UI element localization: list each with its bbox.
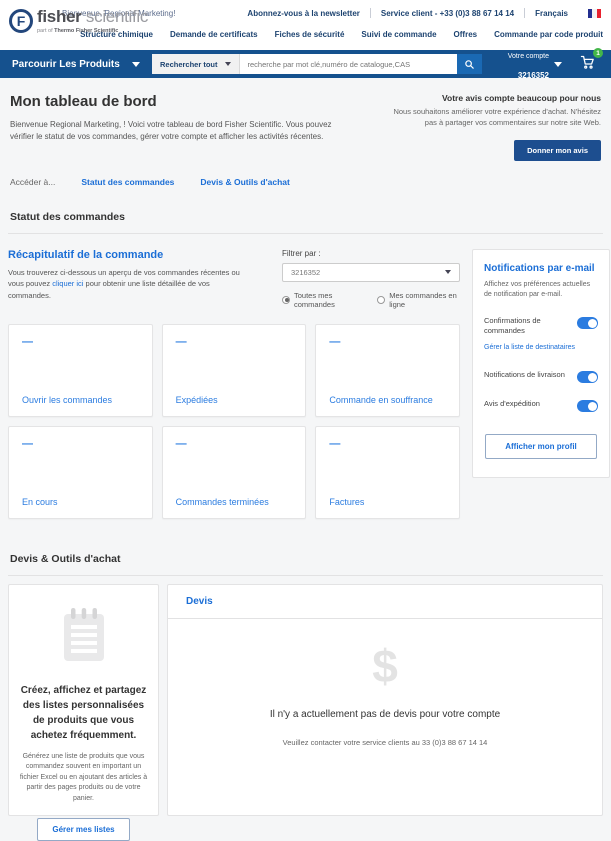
page-title: Mon tableau de bord bbox=[10, 93, 340, 110]
search-input[interactable] bbox=[240, 54, 457, 74]
chevron-down-icon bbox=[445, 270, 451, 274]
chevron-down-icon bbox=[225, 62, 231, 66]
brand-tagline: part of Thermo Fisher Scientific bbox=[37, 28, 148, 34]
site-header: F fisher scientific part of Thermo Fishe… bbox=[0, 0, 611, 50]
card-backorder[interactable]: — Commande en souffrance bbox=[315, 324, 460, 417]
quotes-section: Devis & Outils d'achat Créez, affichez e… bbox=[8, 543, 603, 816]
service-client-link[interactable]: Service client - +33 (0)3 88 67 14 14 bbox=[381, 9, 514, 18]
radio-icon bbox=[377, 296, 385, 304]
view-profile-button[interactable]: Afficher mon profil bbox=[485, 434, 597, 459]
toggle-shipping-notices[interactable] bbox=[577, 400, 598, 412]
notifications-subtitle: Affichez vos préférences actuelles de no… bbox=[484, 280, 598, 300]
card-value: — bbox=[329, 336, 446, 348]
nav-offres[interactable]: Offres bbox=[454, 30, 478, 39]
nav-fiches-securite[interactable]: Fiches de sécurité bbox=[275, 30, 345, 39]
cart-count-badge: 1 bbox=[593, 48, 603, 58]
card-label[interactable]: Factures bbox=[329, 497, 446, 507]
card-label[interactable]: En cours bbox=[22, 497, 139, 507]
account-menu[interactable]: Votre compte 3216352 bbox=[508, 44, 562, 84]
chevron-down-icon bbox=[554, 62, 562, 67]
card-value: — bbox=[22, 336, 139, 348]
radio-online-orders[interactable]: Mes commandes en ligne bbox=[377, 291, 460, 309]
language-selector[interactable]: Français bbox=[535, 9, 601, 18]
divider bbox=[370, 8, 371, 18]
newsletter-link[interactable]: Abonnez-vous à la newsletter bbox=[247, 9, 359, 18]
card-invoices[interactable]: — Factures bbox=[315, 426, 460, 519]
notification-delivery: Notifications de livraison bbox=[484, 370, 598, 383]
orders-section-title: Statut des commandes bbox=[8, 201, 603, 234]
search-button[interactable] bbox=[457, 54, 482, 74]
quicklinks-bar: Accéder à... Statut des commandes Devis … bbox=[8, 167, 603, 201]
notification-order-confirmations: Confirmations de commandes bbox=[484, 316, 598, 336]
language-label: Français bbox=[535, 9, 568, 18]
browse-products-menu[interactable]: Parcourir Les Produits bbox=[0, 59, 152, 70]
fisher-logo[interactable]: F fisher scientific part of Thermo Fishe… bbox=[9, 7, 148, 34]
quicklink-devis-outils[interactable]: Devis & Outils d'achat bbox=[200, 177, 289, 187]
card-label[interactable]: Ouvrir les commandes bbox=[22, 395, 139, 405]
nav-commande-code-produit[interactable]: Commande par code produit bbox=[494, 30, 603, 39]
order-summary-intro: Récapitulatif de la commande Vous trouve… bbox=[8, 249, 240, 309]
card-value: — bbox=[176, 438, 293, 450]
card-value: — bbox=[22, 438, 139, 450]
account-label: Votre compte bbox=[508, 53, 549, 60]
account-number: 3216352 bbox=[518, 71, 549, 80]
radio-all-orders[interactable]: Toutes mes commandes bbox=[282, 291, 361, 309]
card-shipped[interactable]: — Expédiées bbox=[162, 324, 307, 417]
feedback-title: Votre avis compte beaucoup pour nous bbox=[389, 93, 601, 103]
quotes-empty-title: Il n'y a actuellement pas de devis pour … bbox=[168, 709, 602, 720]
order-status-cards: — Ouvrir les commandes — Expédiées — Com… bbox=[8, 324, 460, 519]
search-bar: Parcourir Les Produits Rechercher tout V… bbox=[0, 50, 611, 78]
card-in-progress[interactable]: — En cours bbox=[8, 426, 153, 519]
brand-name: fisher scientific bbox=[37, 7, 148, 27]
card-value: — bbox=[176, 336, 293, 348]
card-label[interactable]: Commandes terminées bbox=[176, 497, 293, 507]
filter-label: Filtrer par : bbox=[282, 249, 460, 258]
quotes-section-title: Devis & Outils d'achat bbox=[8, 543, 603, 576]
toggle-order-confirmations[interactable] bbox=[577, 317, 598, 329]
give-feedback-button[interactable]: Donner mon avis bbox=[514, 140, 601, 161]
list-notepad-icon bbox=[62, 607, 106, 663]
order-summary-title: Récapitulatif de la commande bbox=[8, 249, 240, 261]
welcome-paragraph: Bienvenue Regional Marketing, ! Voici vo… bbox=[10, 119, 340, 144]
toggle-delivery-notifications[interactable] bbox=[577, 371, 598, 383]
notifications-title: Notifications par e-mail bbox=[484, 263, 598, 274]
divider bbox=[524, 8, 525, 18]
custom-lists-panel: Créez, affichez et partagez des listes p… bbox=[8, 584, 159, 816]
french-flag-icon bbox=[588, 9, 601, 18]
order-list-link[interactable]: cliquer ici bbox=[52, 279, 83, 288]
dashboard-header: Mon tableau de bord Bienvenue Regional M… bbox=[8, 78, 603, 167]
quotes-panel-title: Devis bbox=[168, 585, 602, 619]
orders-section: Récapitulatif de la commande Vous trouve… bbox=[8, 234, 603, 529]
email-notifications-panel: Notifications par e-mail Affichez vos pr… bbox=[472, 249, 610, 479]
order-filter: Filtrer par : 3216352 Toutes mes command… bbox=[282, 249, 460, 309]
search-icon bbox=[464, 59, 475, 70]
search-scope-select[interactable]: Rechercher tout bbox=[152, 54, 240, 74]
radio-icon bbox=[282, 296, 290, 304]
card-value: — bbox=[329, 438, 446, 450]
feedback-text: Nous souhaitons améliorer votre expérien… bbox=[389, 107, 601, 129]
card-open-orders[interactable]: — Ouvrir les commandes bbox=[8, 324, 153, 417]
notification-shipping: Avis d'expédition bbox=[484, 399, 598, 412]
feedback-box: Votre avis compte beaucoup pour nous Nou… bbox=[389, 93, 601, 161]
lists-headline: Créez, affichez et partagez des listes p… bbox=[19, 683, 148, 743]
nav-demande-certificats[interactable]: Demande de certificats bbox=[170, 30, 258, 39]
quotes-empty-state: $ Il n'y a actuellement pas de devis pou… bbox=[168, 619, 602, 747]
card-label[interactable]: Commande en souffrance bbox=[329, 395, 446, 405]
lists-subtext: Générez une liste de produits que vous c… bbox=[19, 752, 148, 805]
manage-recipients-link[interactable]: Gérer la liste de destinataires bbox=[484, 344, 575, 351]
chevron-down-icon bbox=[132, 62, 140, 67]
manage-lists-button[interactable]: Gérer mes listes bbox=[37, 818, 129, 841]
quotes-panel: Devis $ Il n'y a actuellement pas de dev… bbox=[167, 584, 603, 816]
dollar-icon: $ bbox=[168, 643, 602, 689]
fisher-f-icon: F bbox=[9, 9, 33, 33]
quicklinks-label: Accéder à... bbox=[10, 177, 55, 187]
nav-suivi-commande[interactable]: Suivi de commande bbox=[361, 30, 436, 39]
quotes-empty-subtext: Veuillez contacter votre service clients… bbox=[168, 738, 602, 747]
cart-button[interactable]: 1 bbox=[578, 53, 597, 75]
dashboard-page: Mon tableau de bord Bienvenue Regional M… bbox=[0, 78, 611, 816]
card-completed-orders[interactable]: — Commandes terminées bbox=[162, 426, 307, 519]
card-label[interactable]: Expédiées bbox=[176, 395, 293, 405]
account-filter-select[interactable]: 3216352 bbox=[282, 263, 460, 282]
quicklink-statut-commandes[interactable]: Statut des commandes bbox=[81, 177, 174, 187]
